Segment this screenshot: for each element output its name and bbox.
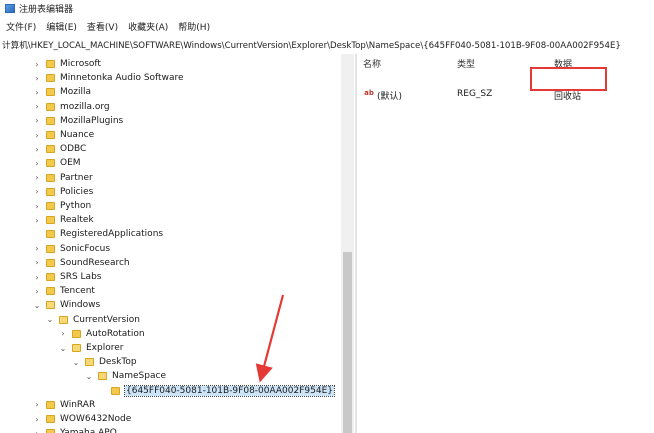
annotation-arrow <box>255 294 285 383</box>
